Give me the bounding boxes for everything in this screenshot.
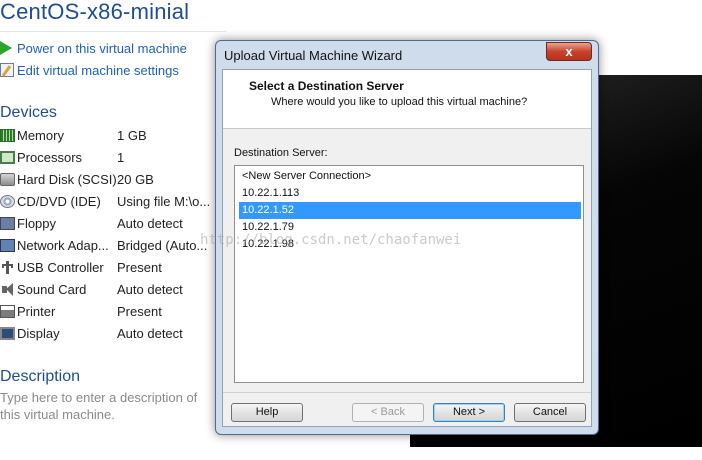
- cd-dvd-icon: [0, 194, 15, 208]
- display-icon: [0, 326, 15, 340]
- description-field[interactable]: Type here to enter a description of this…: [0, 389, 215, 423]
- printer-icon: [0, 304, 15, 318]
- close-icon: x: [565, 44, 573, 59]
- server-item-new-connection[interactable]: <New Server Connection>: [239, 168, 581, 185]
- device-row-cd-dvd[interactable]: CD/DVD (IDE) Using file M:\o...: [0, 191, 226, 211]
- back-button[interactable]: < Back: [352, 403, 424, 422]
- description-heading[interactable]: Description: [0, 368, 80, 386]
- wizard-step-title: Select a Destination Server: [249, 79, 404, 93]
- device-row-processors[interactable]: Processors 1: [0, 147, 226, 167]
- server-item-selected[interactable]: 10.22.1.52: [239, 202, 581, 219]
- device-name: Sound Card: [17, 281, 87, 297]
- close-button[interactable]: x: [546, 42, 592, 61]
- device-row-printer[interactable]: Printer Present: [0, 301, 226, 321]
- device-value: Bridged (Auto...: [117, 237, 208, 253]
- edit-settings-link[interactable]: Edit virtual machine settings: [0, 61, 179, 79]
- server-item[interactable]: 10.22.1.113: [239, 185, 581, 202]
- wizard-step-subtitle: Where would you like to upload this virt…: [271, 96, 528, 108]
- power-on-link[interactable]: Power on this virtual machine: [0, 39, 187, 57]
- device-name: USB Controller: [17, 259, 104, 275]
- network-adapter-icon: [0, 238, 15, 252]
- footer-divider: [223, 392, 591, 393]
- help-button[interactable]: Help: [231, 403, 303, 422]
- device-row-network-adapter[interactable]: Network Adap... Bridged (Auto...: [0, 235, 226, 255]
- play-icon: [0, 41, 12, 55]
- edit-settings-label: Edit virtual machine settings: [17, 62, 179, 78]
- server-item[interactable]: 10.22.1.79: [239, 219, 581, 236]
- device-name: Floppy: [17, 215, 57, 231]
- device-row-sound-card[interactable]: Sound Card Auto detect: [0, 279, 226, 299]
- cancel-button[interactable]: Cancel: [514, 403, 586, 422]
- device-row-hard-disk[interactable]: Hard Disk (SCSI) 20 GB: [0, 169, 226, 189]
- server-item[interactable]: 10.22.1.98: [239, 236, 581, 253]
- device-name: Processors: [17, 149, 83, 165]
- device-name: Hard Disk (SCSI): [17, 171, 117, 187]
- vm-title: CentOS-x86-minial: [0, 0, 190, 24]
- memory-icon: [0, 128, 15, 142]
- device-value: Present: [117, 303, 162, 319]
- device-row-floppy[interactable]: Floppy Auto detect: [0, 213, 226, 233]
- dialog-title: Upload Virtual Machine Wizard: [224, 48, 403, 63]
- devices-heading[interactable]: Devices: [0, 104, 57, 122]
- destination-server-list[interactable]: <New Server Connection> 10.22.1.113 10.2…: [234, 165, 584, 383]
- upload-wizard-dialog: Upload Virtual Machine Wizard x Select a…: [215, 40, 599, 435]
- device-name: Memory: [17, 127, 64, 143]
- device-name: Printer: [17, 303, 56, 319]
- hard-disk-icon: [0, 172, 15, 186]
- device-value: Auto detect: [117, 325, 183, 341]
- usb-icon: [0, 260, 15, 274]
- device-value: Auto detect: [117, 215, 183, 231]
- device-row-usb-controller[interactable]: USB Controller Present: [0, 257, 226, 277]
- device-value: Using file M:\o...: [117, 193, 211, 209]
- device-row-memory[interactable]: Memory 1 GB: [0, 125, 226, 145]
- device-value: 20 GB: [117, 171, 154, 187]
- device-name: Network Adap...: [17, 237, 109, 253]
- vm-summary-pane: CentOS-x86-minial Power on this virtual …: [0, 0, 226, 460]
- device-name: Display: [17, 325, 60, 341]
- device-name: CD/DVD (IDE): [17, 193, 101, 209]
- device-value: 1: [117, 149, 125, 165]
- sound-card-icon: [0, 282, 15, 296]
- power-on-label: Power on this virtual machine: [17, 40, 187, 56]
- edit-settings-icon: [0, 63, 14, 77]
- wizard-header: Select a Destination Server Where would …: [223, 70, 591, 129]
- device-value: Auto detect: [117, 281, 183, 297]
- next-button[interactable]: Next >: [433, 403, 505, 422]
- device-value: 1 GB: [117, 127, 147, 143]
- destination-server-label: Destination Server:: [234, 147, 328, 159]
- device-value: Present: [117, 259, 162, 275]
- floppy-icon: [0, 216, 15, 230]
- dialog-body: Select a Destination Server Where would …: [222, 69, 592, 427]
- device-row-display[interactable]: Display Auto detect: [0, 323, 226, 343]
- processor-icon: [0, 150, 15, 164]
- title-divider: [0, 31, 226, 32]
